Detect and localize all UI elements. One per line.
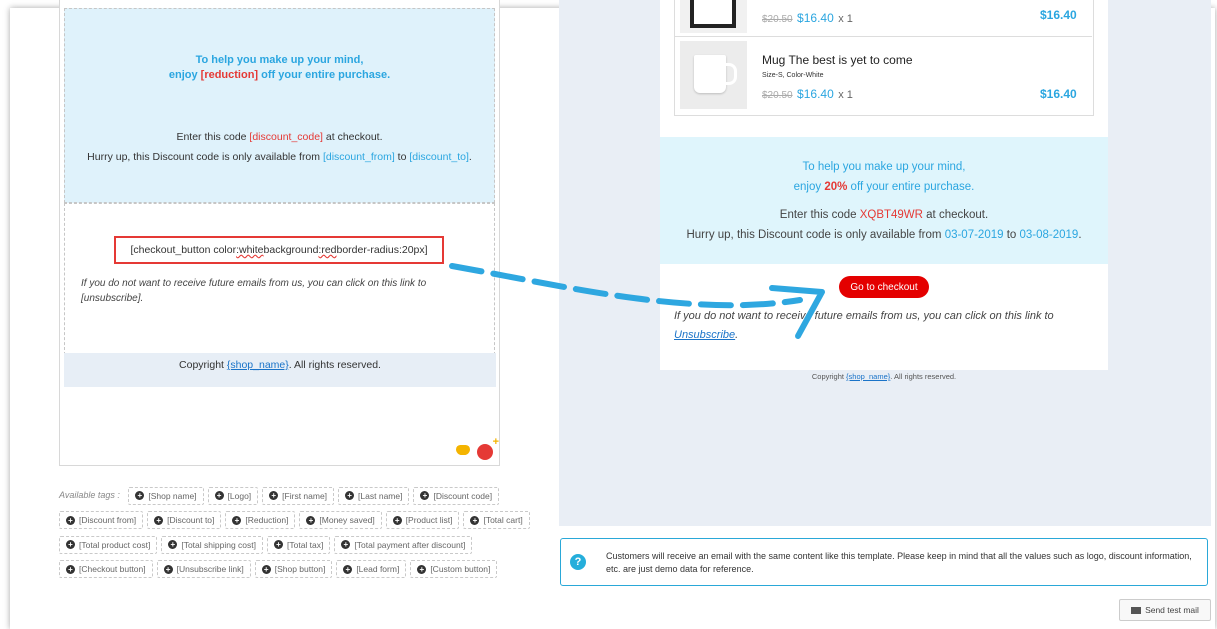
envelope-icon [1131, 606, 1142, 614]
send-test-mail-label: Send test mail [1145, 605, 1199, 615]
send-test-mail-button[interactable]: Send test mail [1119, 599, 1211, 621]
info-text: Customers will receive an email with the… [606, 551, 1192, 574]
annotation-arrow [449, 263, 825, 339]
info-notice: ? Customers will receive an email with t… [560, 538, 1208, 586]
question-icon: ? [570, 554, 586, 570]
